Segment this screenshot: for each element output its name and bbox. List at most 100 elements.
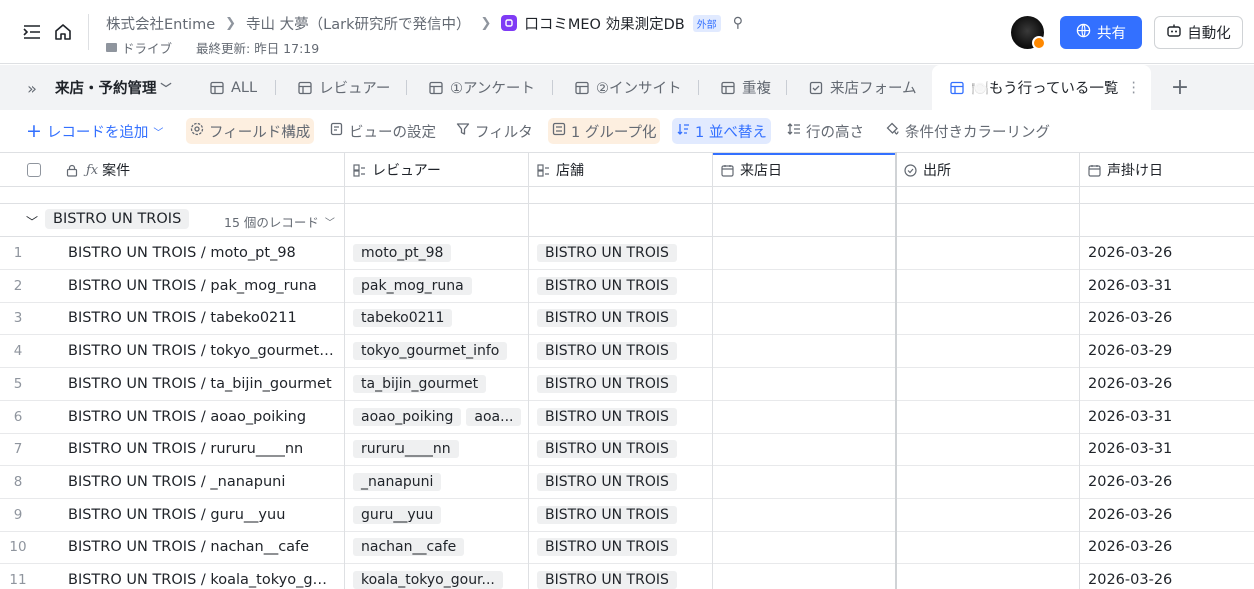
cell-contact-date[interactable]: 2026-03-31 <box>1088 401 1254 433</box>
more-icon[interactable]: ⋮ <box>1126 80 1141 96</box>
table-switcher[interactable]: 来店・予約管理 ﹀ <box>55 77 172 98</box>
sort-button[interactable]: 1 並べ替え <box>672 118 771 144</box>
cell-title[interactable]: BISTRO UN TROIS / pak_mog_runa <box>68 270 338 302</box>
cell-shop[interactable]: BISTRO UN TROIS <box>537 401 709 433</box>
conditional-color-button[interactable]: 条件付きカラーリング <box>882 118 1054 144</box>
table-row[interactable]: 1 BISTRO UN TROIS / moto_pt_98 moto_pt_98 B… <box>0 237 1254 270</box>
add-view-icon[interactable]: + <box>1170 75 1190 100</box>
cell-shop[interactable]: BISTRO UN TROIS <box>537 368 709 400</box>
tab-reviewer[interactable]: レビュアー <box>298 65 390 110</box>
filter-button[interactable]: フィルタ <box>452 118 537 144</box>
column-header-visit-date[interactable]: 来店日 <box>713 153 896 187</box>
cell-reviewer[interactable]: rururu____nn <box>353 433 525 465</box>
cell-reviewer[interactable]: ta_bijin_gourmet <box>353 368 525 400</box>
table-row[interactable]: 9 BISTRO UN TROIS / guru__yuu guru__yuu BIS… <box>0 499 1254 532</box>
table-grid-icon <box>429 81 443 95</box>
group-header-row[interactable]: ﹀ BISTRO UN TROIS 15 個のレコード ﹀ <box>0 204 1254 237</box>
cell-shop[interactable]: BISTRO UN TROIS <box>537 564 709 589</box>
cell-reviewer[interactable]: nachan__cafe <box>353 531 525 563</box>
cell-shop[interactable]: BISTRO UN TROIS <box>537 237 709 269</box>
add-record-button[interactable]: + レコードを追加 ﹀ <box>22 118 167 144</box>
cell-contact-date[interactable]: 2026-03-29 <box>1088 335 1254 367</box>
cell-title[interactable]: BISTRO UN TROIS / nachan__cafe <box>68 531 338 563</box>
cell-shop[interactable]: BISTRO UN TROIS <box>537 499 709 531</box>
cell-title[interactable]: BISTRO UN TROIS / moto_pt_98 <box>68 237 338 269</box>
cell-shop[interactable]: BISTRO UN TROIS <box>537 302 709 334</box>
form-icon <box>809 81 823 95</box>
reviewer-tag: pak_mog_runa <box>353 276 472 295</box>
cell-reviewer[interactable]: moto_pt_98 <box>353 237 525 269</box>
cell-shop[interactable]: BISTRO UN TROIS <box>537 466 709 498</box>
lock-icon <box>66 164 78 177</box>
cell-title[interactable]: BISTRO UN TROIS / koala_tokyo_gourmet <box>68 564 338 589</box>
avatar[interactable] <box>1011 16 1046 50</box>
table-row[interactable]: 5 BISTRO UN TROIS / ta_bijin_gourmet ta_bi… <box>0 368 1254 401</box>
cell-reviewer[interactable]: tabeko0211 <box>353 302 525 334</box>
cell-contact-date[interactable]: 2026-03-26 <box>1088 531 1254 563</box>
breadcrumb-company[interactable]: 株式会社Entime <box>106 13 215 34</box>
row-height-button[interactable]: 行の高さ <box>783 118 868 144</box>
tab-insight[interactable]: ②インサイト <box>575 65 682 110</box>
cell-contact-date[interactable]: 2026-03-26 <box>1088 564 1254 589</box>
tab-duplicates[interactable]: 重複 <box>721 65 771 110</box>
share-button[interactable]: 共有 <box>1060 16 1142 49</box>
cell-contact-date[interactable]: 2026-03-26 <box>1088 237 1254 269</box>
group-button[interactable]: 1 グループ化 <box>548 118 661 144</box>
cell-reviewer[interactable]: tokyo_gourmet_info <box>353 335 525 367</box>
chevron-down-icon[interactable]: ﹀ <box>26 213 38 230</box>
column-header-title[interactable]: ƒx 案件 <box>0 153 345 187</box>
cell-title[interactable]: BISTRO UN TROIS / ta_bijin_gourmet <box>68 368 338 400</box>
expand-sidebar-icon[interactable]: » <box>22 78 42 98</box>
table-row[interactable]: 10 BISTRO UN TROIS / nachan__cafe nachan__… <box>0 531 1254 565</box>
cell-contact-date[interactable]: 2026-03-26 <box>1088 499 1254 531</box>
tab-already-visited[interactable]: 🍽️もう行っている一覧 ⋮ <box>932 65 1151 110</box>
cell-contact-date[interactable]: 2026-03-31 <box>1088 270 1254 302</box>
cell-shop[interactable]: BISTRO UN TROIS <box>537 433 709 465</box>
table-row[interactable]: 3 BISTRO UN TROIS / tabeko0211 tabeko0211 B… <box>0 302 1254 336</box>
table-row[interactable]: 2 BISTRO UN TROIS / pak_mog_runa pak_mog_r… <box>0 270 1254 303</box>
doc-title[interactable]: 口コミMEO 効果測定DB <box>524 13 684 34</box>
tab-all[interactable]: ALL <box>210 65 257 110</box>
column-header-shop[interactable]: 店舗 <box>529 153 713 187</box>
cell-shop[interactable]: BISTRO UN TROIS <box>537 335 709 367</box>
column-header-source[interactable]: 出所 <box>896 153 1080 187</box>
column-header-reviewer[interactable]: レビュアー <box>345 153 529 187</box>
pin-icon[interactable]: ⚲ <box>733 15 743 31</box>
cell-title[interactable]: BISTRO UN TROIS / guru__yuu <box>68 499 338 531</box>
spacer-row <box>0 187 1254 204</box>
table-row[interactable]: 8 BISTRO UN TROIS / _nanapuni _nanapuni BIS… <box>0 466 1254 499</box>
cell-title[interactable]: BISTRO UN TROIS / _nanapuni <box>68 466 338 498</box>
cell-contact-date[interactable]: 2026-03-26 <box>1088 368 1254 400</box>
cell-title[interactable]: BISTRO UN TROIS / tokyo_gourmet_info <box>68 335 338 367</box>
breadcrumb-owner[interactable]: 寺山 大夢（Lark研究所で発信中） <box>246 13 470 34</box>
cell-title[interactable]: BISTRO UN TROIS / tabeko0211 <box>68 302 338 334</box>
cell-contact-date[interactable]: 2026-03-26 <box>1088 302 1254 334</box>
cell-reviewer[interactable]: _nanapuni <box>353 466 525 498</box>
cell-reviewer[interactable]: aoao_poiking aoa... <box>353 401 525 433</box>
table-row[interactable]: 6 BISTRO UN TROIS / aoao_poiking aoao_poik… <box>0 401 1254 434</box>
automation-button[interactable]: 自動化 <box>1154 16 1243 49</box>
view-settings-button[interactable]: ビューの設定 <box>326 118 440 144</box>
location-label[interactable]: ドライブ <box>122 38 172 57</box>
field-config-button[interactable]: フィールド構成 <box>186 118 315 144</box>
cell-title[interactable]: BISTRO UN TROIS / aoao_poiking <box>68 401 338 433</box>
table-row[interactable]: 11 BISTRO UN TROIS / koala_tokyo_gourmet k… <box>0 564 1254 589</box>
table-row[interactable]: 7 BISTRO UN TROIS / rururu____nn rururu___… <box>0 433 1254 467</box>
cell-reviewer[interactable]: koala_tokyo_gour... <box>353 564 525 589</box>
cell-contact-date[interactable]: 2026-03-26 <box>1088 466 1254 498</box>
cell-contact-date[interactable]: 2026-03-31 <box>1088 433 1254 465</box>
sidebar-toggle-icon[interactable] <box>20 20 44 44</box>
cell-reviewer[interactable]: guru__yuu <box>353 499 525 531</box>
tab-survey[interactable]: ①アンケート <box>429 65 535 110</box>
cell-reviewer[interactable]: pak_mog_runa <box>353 270 525 302</box>
cell-shop[interactable]: BISTRO UN TROIS <box>537 270 709 302</box>
home-icon[interactable] <box>51 20 75 44</box>
cell-title[interactable]: BISTRO UN TROIS / rururu____nn <box>68 433 338 465</box>
column-header-contact-date[interactable]: 声掛け日 <box>1080 153 1254 187</box>
column-divider[interactable] <box>895 152 897 589</box>
select-all-checkbox[interactable] <box>27 163 41 177</box>
group-count[interactable]: 15 個のレコード ﹀ <box>224 212 335 231</box>
tab-visit-form[interactable]: 来店フォーム <box>809 65 917 110</box>
table-row[interactable]: 4 BISTRO UN TROIS / tokyo_gourmet_info tok… <box>0 335 1254 369</box>
cell-shop[interactable]: BISTRO UN TROIS <box>537 531 709 563</box>
